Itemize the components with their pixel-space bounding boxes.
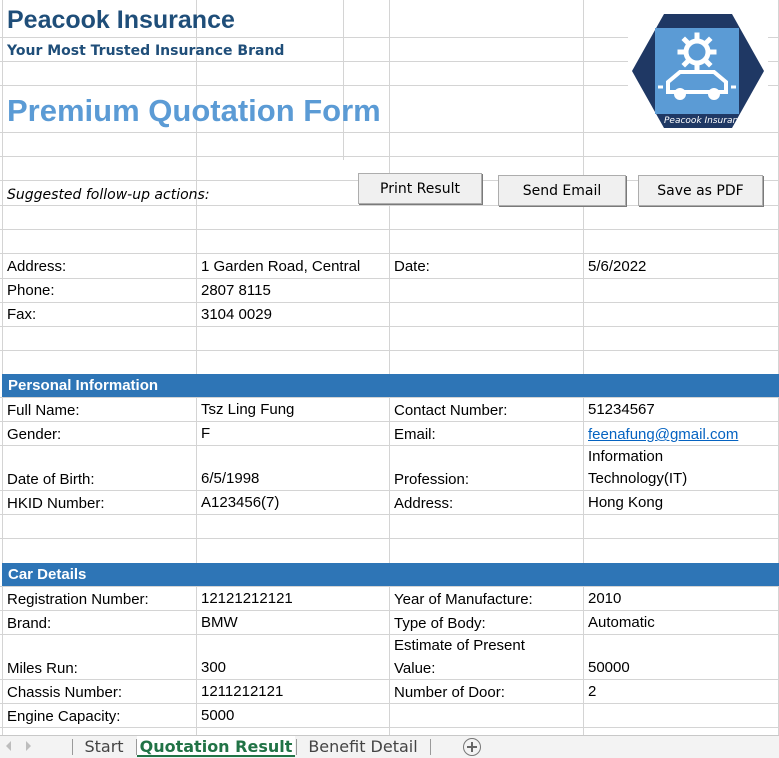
follow-up-label: Suggested follow-up actions: [7,187,210,203]
form-title: Premium Quotation Form [7,93,381,128]
engine-value[interactable]: 5000 [201,707,234,725]
logo-icon [632,14,764,128]
registration-label: Registration Number: [7,591,149,608]
profession-value-line2[interactable]: Technology(IT) [588,470,687,488]
estimate-value[interactable]: 50000 [588,659,630,677]
grid-line [583,0,584,735]
tab-benefit-detail[interactable]: Benefit Detail [297,736,429,757]
email-label: Email: [394,426,436,443]
hkid-value[interactable]: A123456(7) [201,494,279,512]
contact-number-value[interactable]: 51234567 [588,401,655,419]
miles-value[interactable]: 300 [201,659,226,677]
phone-value[interactable]: 2807 8115 [201,282,271,300]
year-value[interactable]: 2010 [588,590,621,608]
profession-value-line1[interactable]: Information [588,448,663,466]
personal-info-title: Personal Information [8,377,159,394]
print-result-button[interactable]: Print Result [358,173,482,204]
date-value[interactable]: 5/6/2022 [588,258,646,276]
tab-quotation-result[interactable]: Quotation Result [137,736,295,757]
full-name-value[interactable]: Tsz Ling Fung [201,401,294,419]
tagline: Your Most Trusted Insurance Brand [7,43,285,59]
body-type-value[interactable]: Automatic [588,614,655,632]
miles-label: Miles Run: [7,660,78,677]
personal-address-label: Address: [394,495,454,512]
email-link[interactable]: feenafung@gmail.com [588,426,738,444]
gender-value[interactable]: F [201,425,210,443]
registration-value[interactable]: 12121212121 [201,590,293,608]
profession-label: Profession: [394,471,470,488]
company-name: Peacook Insurance [7,6,235,34]
plus-circle-icon[interactable] [463,738,481,756]
scroll-right-icon[interactable] [26,741,31,751]
contact-number-label: Contact Number: [394,402,508,419]
save-as-pdf-button[interactable]: Save as PDF [638,175,763,206]
worksheet: Peacook Insurance Your Most Trusted Insu… [0,0,779,735]
full-name-label: Full Name: [7,402,80,419]
engine-label: Engine Capacity: [7,708,121,725]
year-label: Year of Manufacture: [394,591,533,608]
dob-value[interactable]: 6/5/1998 [201,470,259,488]
fax-label: Fax: [7,306,37,323]
estimate-label-line2: Value: [394,660,436,677]
dob-label: Date of Birth: [7,471,95,488]
logo-text: Peacook Insurance [664,116,749,126]
grid-line [389,0,390,735]
doors-label: Number of Door: [394,684,505,701]
date-label: Date: [394,258,430,275]
address-value[interactable]: 1 Garden Road, Central [201,258,360,276]
car-details-title: Car Details [8,566,87,583]
chassis-label: Chassis Number: [7,684,123,701]
body-type-label: Type of Body: [394,615,486,632]
grid-line [2,0,3,735]
send-email-button[interactable]: Send Email [498,175,626,206]
fax-value[interactable]: 3104 0029 [201,306,272,324]
address-label: Address: [7,258,67,275]
brand-label: Brand: [7,615,52,632]
company-logo: Peacook Insurance [628,12,768,130]
personal-address-value[interactable]: Hong Kong [588,494,663,512]
car-details-header: Car Details [2,563,779,586]
tab-start[interactable]: Start [73,736,135,757]
sheet-tab-bar: Start Quotation Result Benefit Detail [0,735,779,758]
grid-line [343,0,344,160]
brand-value[interactable]: BMW [201,614,238,632]
personal-info-header: Personal Information [2,374,779,397]
doors-value[interactable]: 2 [588,683,596,701]
chassis-value[interactable]: 1211212121 [201,683,283,701]
estimate-label-line1: Estimate of Present [394,637,525,654]
gender-label: Gender: [7,426,62,443]
phone-label: Phone: [7,282,55,299]
hkid-label: HKID Number: [7,495,105,512]
scroll-left-icon[interactable] [6,741,11,751]
